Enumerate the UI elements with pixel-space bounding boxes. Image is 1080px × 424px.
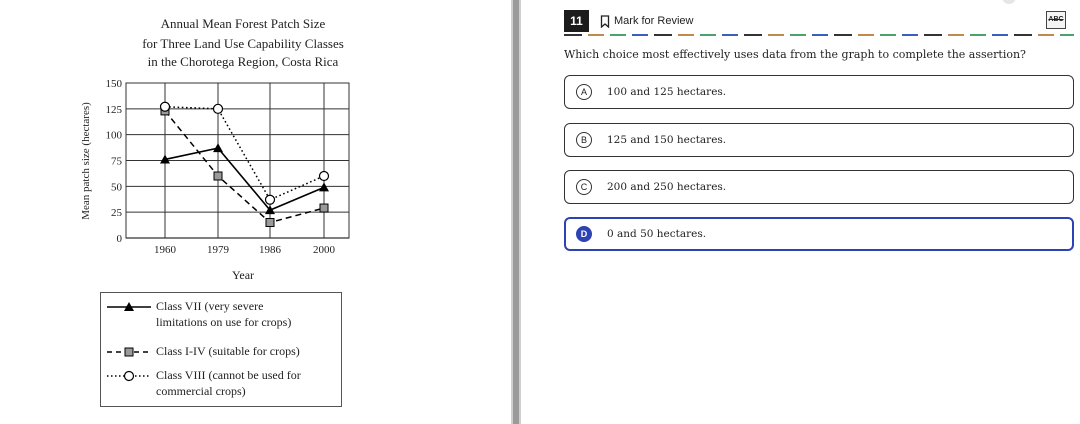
option-text: 200 and 250 hectares. <box>607 181 727 193</box>
option-letter-badge: A <box>576 84 592 100</box>
data-point-triangle <box>319 182 329 192</box>
abc-strikethrough-icon: ABC <box>1048 16 1064 23</box>
question-header: 11 Mark for Review ABC <box>564 10 1074 38</box>
question-prompt: Which choice most effectively uses data … <box>564 48 1026 61</box>
legend-symbol-solid-triangle <box>107 302 151 311</box>
option-letter-badge: C <box>576 179 592 195</box>
data-point-circle <box>318 170 330 182</box>
legend-entry-class-vii: Class VII (very severe limitations on us… <box>101 298 341 332</box>
answer-option-a[interactable]: A 100 and 125 hectares. <box>564 75 1074 109</box>
x-axis-label: Year <box>232 268 254 282</box>
legend-label-line: commercial crops) <box>156 384 246 398</box>
legend-label-line: limitations on use for crops) <box>156 315 292 329</box>
y-axis-label: Mean patch size (hectares) <box>80 102 92 220</box>
bookmark-icon <box>600 15 610 28</box>
series-line-dashed <box>164 110 325 224</box>
chart-legend: Class VII (very severe limitations on us… <box>100 292 342 407</box>
x-tick-label: 1979 <box>207 244 230 256</box>
data-point-circle <box>212 103 224 114</box>
y-tick-label: 100 <box>106 130 123 142</box>
option-text: 100 and 125 hectares. <box>607 86 727 98</box>
x-tick-label: 1960 <box>154 244 177 256</box>
question-pane: 11 Mark for Review ABC Which choice most… <box>522 0 1080 424</box>
data-point-square <box>213 171 223 181</box>
data-point-triangle <box>213 143 223 153</box>
option-letter-badge: D <box>576 226 592 242</box>
pane-divider-handle[interactable] <box>511 0 521 424</box>
header-dashed-rule <box>564 34 1074 36</box>
chart-title: Annual Mean Forest Patch Size <box>161 16 326 31</box>
legend-symbol-dashed-square <box>107 347 151 357</box>
data-point-circle <box>159 101 171 112</box>
passage-pane: Annual Mean Forest Patch Size for Three … <box>0 0 510 424</box>
option-letter-badge: B <box>576 132 592 148</box>
answer-option-c[interactable]: C 200 and 250 hectares. <box>564 170 1074 204</box>
chart-subtitle-line-1: for Three Land Use Capability Classes <box>142 36 344 51</box>
legend-label-line: Class VIII (cannot be used for <box>156 368 301 382</box>
line-chart: Annual Mean Forest Patch Size for Three … <box>80 16 350 282</box>
legend-label-line: Class I-IV (suitable for crops) <box>156 344 300 358</box>
question-number: 11 <box>564 10 589 32</box>
option-text: 0 and 50 hectares. <box>607 228 707 240</box>
legend-entry-class-viii: Class VIII (cannot be used for commercia… <box>101 367 341 401</box>
data-point-square <box>265 218 275 227</box>
resize-handle[interactable] <box>1002 0 1016 4</box>
legend-entry-class-i-iv: Class I-IV (suitable for crops) <box>101 343 341 361</box>
legend-symbol-dotted-circle <box>107 370 151 382</box>
x-tick-label: 2000 <box>313 244 336 256</box>
data-point-circle <box>264 194 276 205</box>
series-line-solid <box>164 147 325 212</box>
chart-subtitle-line-2: in the Chorotega Region, Costa Rica <box>148 54 339 69</box>
y-tick-label: 0 <box>117 233 123 245</box>
y-tick-label: 75 <box>111 156 123 168</box>
y-tick-label: 150 <box>106 78 123 90</box>
x-tick-label: 1986 <box>259 244 282 256</box>
answer-option-b[interactable]: B 125 and 150 hectares. <box>564 123 1074 157</box>
answer-option-d[interactable]: D 0 and 50 hectares. <box>564 217 1074 251</box>
y-tick-label: 125 <box>106 104 123 116</box>
data-point-square <box>319 203 329 213</box>
y-tick-label: 25 <box>111 207 123 219</box>
y-tick-label: 50 <box>111 181 123 193</box>
series-line-dotted <box>164 106 325 201</box>
legend-label-line: Class VII (very severe <box>156 299 264 313</box>
answer-eliminator-button[interactable]: ABC <box>1046 11 1066 29</box>
option-text: 125 and 150 hectares. <box>607 134 727 146</box>
mark-for-review-label: Mark for Review <box>614 15 694 27</box>
